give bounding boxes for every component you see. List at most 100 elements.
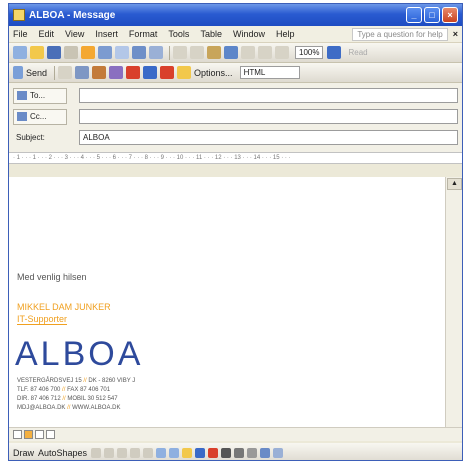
oval-icon[interactable]	[130, 447, 141, 458]
normal-view-icon[interactable]	[13, 430, 22, 439]
dash-style-icon[interactable]	[234, 447, 245, 458]
signature-name: MIKKEL DAM JUNKER	[17, 302, 111, 312]
signature-title: IT-Supporter	[17, 314, 68, 325]
send-button[interactable]: Send	[26, 68, 47, 78]
address-text: VESTERGÅRDSVEJ 15	[17, 378, 82, 384]
options-button[interactable]: Options...	[194, 68, 233, 78]
address-text: DIR. 87 406 712	[17, 396, 61, 402]
close-document-button[interactable]: ×	[453, 29, 458, 39]
insert-file-icon[interactable]	[109, 66, 124, 79]
arrow-icon[interactable]	[104, 447, 115, 458]
copy-icon[interactable]	[190, 46, 204, 59]
address-separator: //	[62, 396, 66, 402]
message-body[interactable]: Med venlig hilsen MIKKEL DAM JUNKER IT-S…	[9, 177, 446, 427]
envelope-icon	[13, 9, 25, 21]
attach-icon[interactable]	[81, 46, 95, 59]
research-icon[interactable]	[149, 46, 163, 59]
menu-format[interactable]: Format	[129, 29, 158, 39]
rectangle-icon[interactable]	[117, 447, 128, 458]
new-icon[interactable]	[13, 46, 27, 59]
scroll-up-arrow-icon[interactable]: ▲	[447, 178, 462, 190]
print-preview-icon[interactable]	[115, 46, 129, 59]
maximize-button[interactable]: □	[424, 7, 440, 23]
cc-field[interactable]	[79, 109, 458, 124]
to-field[interactable]	[79, 88, 458, 103]
follow-up-flag-icon[interactable]	[160, 66, 175, 79]
check-names-icon[interactable]	[92, 66, 107, 79]
address-text: MDJ@ALBOA.DK	[17, 405, 66, 411]
alboa-logo: ALBOA	[15, 335, 144, 373]
to-label: To...	[30, 91, 46, 100]
menu-help[interactable]: Help	[276, 29, 295, 39]
spelling-icon[interactable]	[132, 46, 146, 59]
autoshapes-menu-button[interactable]: AutoShapes	[38, 448, 87, 458]
web-layout-view-icon[interactable]	[24, 430, 33, 439]
cc-label: Cc...	[30, 112, 47, 121]
font-color-icon[interactable]	[208, 447, 219, 458]
paste-icon[interactable]	[207, 46, 221, 59]
line-style-icon[interactable]	[221, 447, 232, 458]
help-search-input[interactable]: Type a question for help	[352, 27, 448, 41]
line-color-icon[interactable]	[195, 447, 206, 458]
address-line: VESTERGÅRDSVEJ 15 // DK - 8260 VIBY J	[17, 378, 135, 384]
subject-label: Subject:	[16, 133, 45, 142]
minimize-button[interactable]: _	[406, 7, 422, 23]
to-button[interactable]: To...	[13, 87, 67, 104]
drawing-toolbar: Draw AutoShapes	[9, 443, 462, 460]
open-icon[interactable]	[30, 46, 44, 59]
permission-icon[interactable]	[64, 46, 78, 59]
read-button[interactable]: Read	[348, 48, 367, 57]
toolbar-separator	[169, 45, 170, 60]
message-format-select[interactable]: HTML	[239, 66, 300, 79]
address-separator: //	[83, 378, 87, 384]
zoom-select[interactable]: 100%	[295, 46, 324, 59]
line-icon[interactable]	[91, 447, 102, 458]
address-book-icon	[17, 91, 27, 100]
hyperlink-icon[interactable]	[258, 46, 272, 59]
draw-menu-button[interactable]: Draw	[13, 448, 34, 458]
signature-icon[interactable]	[177, 66, 192, 79]
undo-icon[interactable]	[224, 46, 238, 59]
wordart-icon[interactable]	[156, 447, 167, 458]
address-line: TLF. 87 406 700 // FAX 87 406 701	[17, 387, 110, 393]
tables-icon[interactable]	[275, 46, 289, 59]
high-importance-icon[interactable]	[126, 66, 141, 79]
menu-file[interactable]: File	[13, 29, 28, 39]
menu-insert[interactable]: Insert	[95, 29, 118, 39]
3d-icon[interactable]	[273, 447, 284, 458]
menu-table[interactable]: Table	[200, 29, 222, 39]
address-book-icon[interactable]	[75, 66, 90, 79]
redo-icon[interactable]	[241, 46, 255, 59]
cut-icon[interactable]	[173, 46, 187, 59]
shadow-icon[interactable]	[260, 447, 271, 458]
cc-button[interactable]: Cc...	[13, 108, 67, 125]
subject-row: Subject: ALBOA	[13, 128, 458, 147]
text-box-icon[interactable]	[143, 447, 154, 458]
menu-tools[interactable]: Tools	[168, 29, 189, 39]
menu-view[interactable]: View	[65, 29, 84, 39]
vertical-scrollbar[interactable]: ▲	[445, 177, 462, 427]
clip-art-icon[interactable]	[169, 447, 180, 458]
outline-view-icon[interactable]	[46, 430, 55, 439]
menu-window[interactable]: Window	[233, 29, 265, 39]
address-extra: WWW.ALBOA.DK	[72, 405, 121, 411]
cc-row: Cc...	[13, 107, 458, 126]
menu-edit[interactable]: Edit	[39, 29, 55, 39]
horizontal-scrollbar[interactable]	[9, 427, 462, 441]
arrow-style-icon[interactable]	[247, 447, 258, 458]
menu-bar: File Edit View Insert Format Tools Table…	[9, 26, 462, 43]
close-button[interactable]: ×	[442, 7, 458, 23]
ruler[interactable]: · 1 · · · 1 · · · 2 · · · 3 · · · 4 · · …	[9, 152, 462, 164]
help-icon[interactable]	[327, 46, 342, 59]
low-importance-icon[interactable]	[143, 66, 158, 79]
address-extra: MOBIL 30 512 547	[67, 396, 118, 402]
window-title: ALBOA - Message	[29, 9, 116, 21]
subject-field[interactable]: ALBOA	[79, 130, 458, 145]
fill-color-icon[interactable]	[182, 447, 193, 458]
print-layout-view-icon[interactable]	[35, 430, 44, 439]
print-icon[interactable]	[98, 46, 112, 59]
address-text: TLF. 87 406 700	[17, 387, 61, 393]
send-icon[interactable]	[13, 66, 23, 79]
accounts-icon[interactable]	[58, 66, 73, 79]
save-icon[interactable]	[47, 46, 61, 59]
